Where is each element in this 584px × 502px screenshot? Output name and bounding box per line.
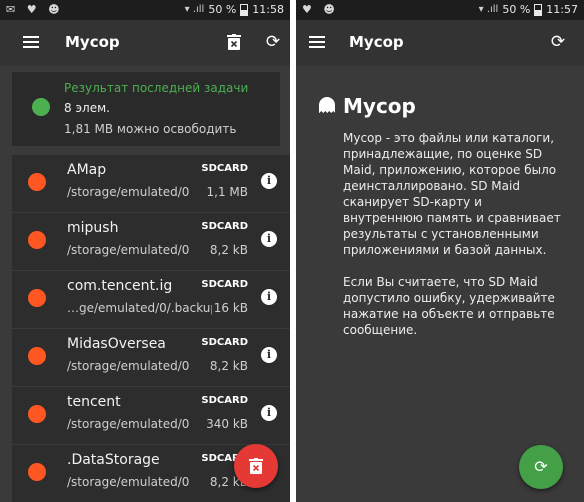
list-item[interactable]: tencent/storage/emulated/0 SDCARD 340 kB i bbox=[12, 387, 290, 445]
info-icon[interactable]: i bbox=[261, 405, 277, 421]
info-paragraph-2: Если Вы считаете, что SD Maid допустило … bbox=[343, 275, 555, 337]
item-name: com.tencent.ig bbox=[67, 278, 173, 294]
item-location: SDCARD bbox=[201, 163, 248, 174]
result-free-space: 1,81 MB можно освободить bbox=[64, 122, 237, 136]
toolbar: Мусор ⟳ bbox=[0, 20, 290, 66]
info-icon[interactable]: i bbox=[261, 347, 277, 363]
item-location: SDCARD bbox=[201, 395, 248, 406]
delete-fab-button[interactable] bbox=[234, 444, 278, 488]
list-item[interactable]: MidasOversea/storage/emulated/0 SDCARD 8,2… bbox=[12, 329, 290, 387]
info-icon[interactable]: i bbox=[261, 231, 277, 247]
item-path: /storage/emulated/0 bbox=[67, 359, 190, 373]
item-path: /storage/emulated/0 bbox=[67, 243, 190, 257]
status-dot bbox=[32, 98, 50, 116]
menu-icon[interactable] bbox=[23, 36, 39, 48]
status-dot bbox=[28, 289, 46, 307]
info-icon[interactable]: i bbox=[261, 289, 277, 305]
menu-icon[interactable] bbox=[309, 36, 325, 48]
info-header: Мусор bbox=[319, 94, 416, 118]
info-title: Мусор bbox=[343, 94, 416, 118]
status-bar: ♥ ☻ ▾ .ıll 50 % 11:57 bbox=[296, 0, 584, 20]
list-item[interactable]: mipush/storage/emulated/0 SDCARD 8,2 kB i bbox=[12, 213, 290, 271]
status-dot bbox=[28, 347, 46, 365]
item-name: tencent bbox=[67, 394, 121, 410]
battery-percent: 50 % bbox=[502, 3, 531, 16]
item-name: AMap bbox=[67, 162, 107, 178]
status-dot bbox=[28, 173, 46, 191]
item-path: …ge/emulated/0/.backups bbox=[67, 301, 212, 315]
item-path: /storage/emulated/0 bbox=[67, 185, 190, 199]
item-size: 16 kB bbox=[213, 301, 248, 315]
list-item[interactable]: AMap/storage/emulated/0 SDCARD 1,1 MB i bbox=[12, 155, 290, 213]
status-bar: ✉ ♥ ☻ ▾ .ıll 50 % 11:58 bbox=[0, 0, 290, 20]
item-name: .DataStorage bbox=[67, 452, 160, 468]
ghost-icon bbox=[319, 97, 335, 115]
item-size: 8,2 kB bbox=[209, 359, 248, 373]
scan-fab-button[interactable]: ⟳ bbox=[519, 445, 563, 489]
clock: 11:57 bbox=[546, 3, 578, 16]
corpse-info-screen: ♥ ☻ ▾ .ıll 50 % 11:57 Мусор ⟳ Мусор Мусо… bbox=[296, 0, 584, 502]
notification-icons: ♥ ☻ bbox=[302, 3, 339, 16]
item-location: SDCARD bbox=[201, 279, 248, 290]
item-path: /storage/emulated/0 bbox=[67, 475, 190, 489]
result-count: 8 элем. bbox=[64, 101, 110, 115]
item-size: 8,2 kB bbox=[209, 243, 248, 257]
info-paragraph-1: Мусор - это файлы или каталоги, принадле… bbox=[343, 131, 561, 257]
battery-icon bbox=[240, 3, 249, 16]
item-size: 1,1 MB bbox=[206, 185, 248, 199]
item-path: /storage/emulated/0 bbox=[67, 417, 190, 431]
trash-icon bbox=[249, 458, 263, 474]
toolbar: Мусор ⟳ bbox=[296, 20, 584, 66]
item-size: 340 kB bbox=[206, 417, 248, 431]
item-name: MidasOversea bbox=[67, 336, 166, 352]
item-location: SDCARD bbox=[201, 337, 248, 348]
corpse-list-screen: ✉ ♥ ☻ ▾ .ıll 50 % 11:58 Мусор ⟳ Результа… bbox=[0, 0, 290, 502]
info-icon[interactable]: i bbox=[261, 173, 277, 189]
notification-icons: ✉ ♥ ☻ bbox=[6, 3, 64, 16]
info-body: Мусор - это файлы или каталоги, принадле… bbox=[343, 130, 561, 354]
trash-icon[interactable] bbox=[223, 31, 245, 53]
refresh-icon: ⟳ bbox=[534, 457, 548, 476]
status-dot bbox=[28, 405, 46, 423]
battery-icon bbox=[534, 3, 543, 16]
signal-icon: ▾ .ıll bbox=[184, 4, 205, 15]
item-name: mipush bbox=[67, 220, 119, 236]
clock: 11:58 bbox=[252, 3, 284, 16]
item-location: SDCARD bbox=[201, 221, 248, 232]
result-title: Результат последней задачи bbox=[64, 81, 249, 95]
signal-icon: ▾ .ıll bbox=[478, 4, 499, 15]
status-dot bbox=[28, 231, 46, 249]
last-task-result-card[interactable]: Результат последней задачи 8 элем. 1,81 … bbox=[12, 72, 280, 146]
status-dot bbox=[28, 463, 46, 481]
page-title: Мусор bbox=[65, 33, 120, 51]
refresh-icon[interactable]: ⟳ bbox=[262, 31, 284, 53]
list-item[interactable]: com.tencent.ig …ge/emulated/0/.backups SDC… bbox=[12, 271, 290, 329]
battery-percent: 50 % bbox=[208, 3, 237, 16]
page-title: Мусор bbox=[349, 33, 404, 51]
refresh-icon[interactable]: ⟳ bbox=[547, 31, 569, 53]
